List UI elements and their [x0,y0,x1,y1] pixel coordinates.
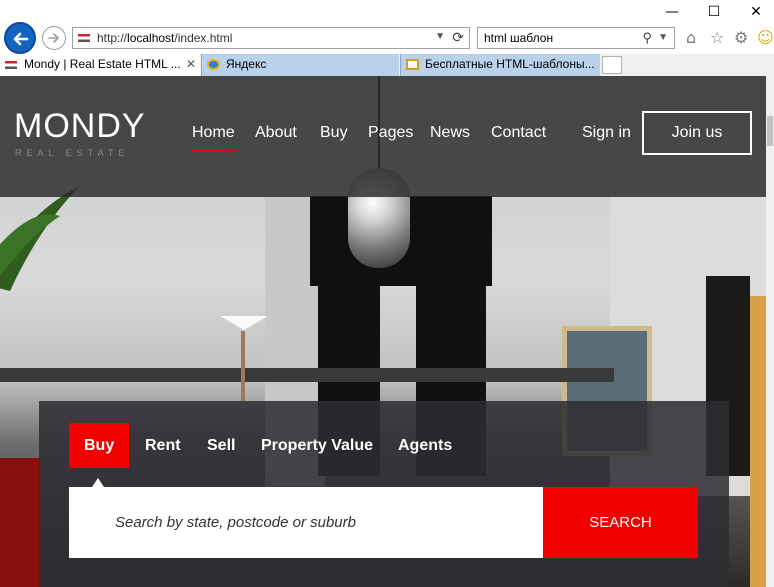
tab-free-templates[interactable]: Бесплатные HTML-шаблоны... [400,54,600,76]
smiley-icon[interactable]: ☺ [757,28,774,47]
property-search-input[interactable] [69,487,543,558]
browser-navbar: http://localhost/index.html ▼ ⟳ ⚲ ▼ [0,20,774,54]
browser-search-input[interactable] [484,31,634,45]
nav-pages[interactable]: Pages [368,124,413,142]
maximize-button[interactable]: ☐ [700,2,728,22]
tab-yandex[interactable]: Яндекс [201,54,399,76]
new-tab-button[interactable] [602,56,622,74]
sign-in-link[interactable]: Sign in [582,124,631,142]
nav-about[interactable]: About [255,124,297,142]
lamp-shade [220,316,268,330]
site-header: MONDY REAL ESTATE Home About Buy Pages N… [0,76,766,197]
close-tab-icon[interactable]: ✕ [186,54,196,74]
minimize-button[interactable]: — [658,2,686,22]
address-url[interactable]: http://localhost/index.html [97,31,232,45]
nav-home[interactable]: Home [192,124,235,142]
nav-buy[interactable]: Buy [320,124,348,142]
home-icon[interactable]: ⌂ [686,28,696,47]
close-button[interactable]: ✕ [742,2,770,22]
browser-search-box[interactable]: ⚲ ▼ [477,27,675,49]
floor-lamp [241,331,245,401]
search-tab-rent[interactable]: Rent [145,423,181,468]
site-favicon [78,34,90,42]
tab-label: Бесплатные HTML-шаблоны... [425,57,595,71]
forward-arrow-icon [48,33,59,43]
page-scrollbar[interactable] [766,76,774,587]
site-logo[interactable]: MONDY [14,108,146,144]
star-icon[interactable]: ☆ [710,28,724,47]
tab-label: Mondy | Real Estate HTML ... [24,57,181,71]
browser-tabbar: Mondy | Real Estate HTML ... ✕ Яндекс Бе… [0,54,774,76]
nav-contact[interactable]: Contact [491,124,546,142]
red-cabinet [0,458,40,587]
door-frame [750,296,766,587]
kitchen-counter [0,368,614,382]
search-button[interactable]: SEARCH [543,487,698,558]
active-tab-caret [92,478,104,487]
nav-news[interactable]: News [430,124,470,142]
ie-icon [207,59,220,70]
tab-mondy[interactable]: Mondy | Real Estate HTML ... ✕ [0,54,200,76]
join-us-button[interactable]: Join us [642,111,752,155]
page-viewport: MONDY REAL ESTATE Home About Buy Pages N… [0,76,766,587]
tab-label: Яндекс [226,57,267,71]
search-tab-agents[interactable]: Agents [398,423,452,468]
search-tab-property-value[interactable]: Property Value [261,423,373,468]
property-search-panel: Buy Rent Sell Property Value Agents SEAR… [39,401,729,587]
search-icon[interactable]: ⚲ [642,30,652,46]
back-arrow-icon [13,32,29,46]
page-icon [406,59,419,70]
search-dropdown-icon[interactable]: ▼ [658,32,668,43]
address-dropdown-icon[interactable]: ▼ [435,31,445,42]
back-button[interactable] [4,22,36,54]
site-favicon [5,61,17,69]
nav-active-indicator [192,150,235,152]
refresh-icon[interactable]: ⟳ [452,29,464,46]
search-tab-buy[interactable]: Buy [69,423,130,468]
search-tab-sell[interactable]: Sell [207,423,235,468]
site-logo-tagline: REAL ESTATE [15,148,130,158]
scrollbar-thumb[interactable] [767,116,773,146]
gear-icon[interactable]: ⚙ [734,28,748,47]
address-bar[interactable]: http://localhost/index.html ▼ ⟳ [72,27,470,49]
forward-button[interactable] [42,26,66,50]
